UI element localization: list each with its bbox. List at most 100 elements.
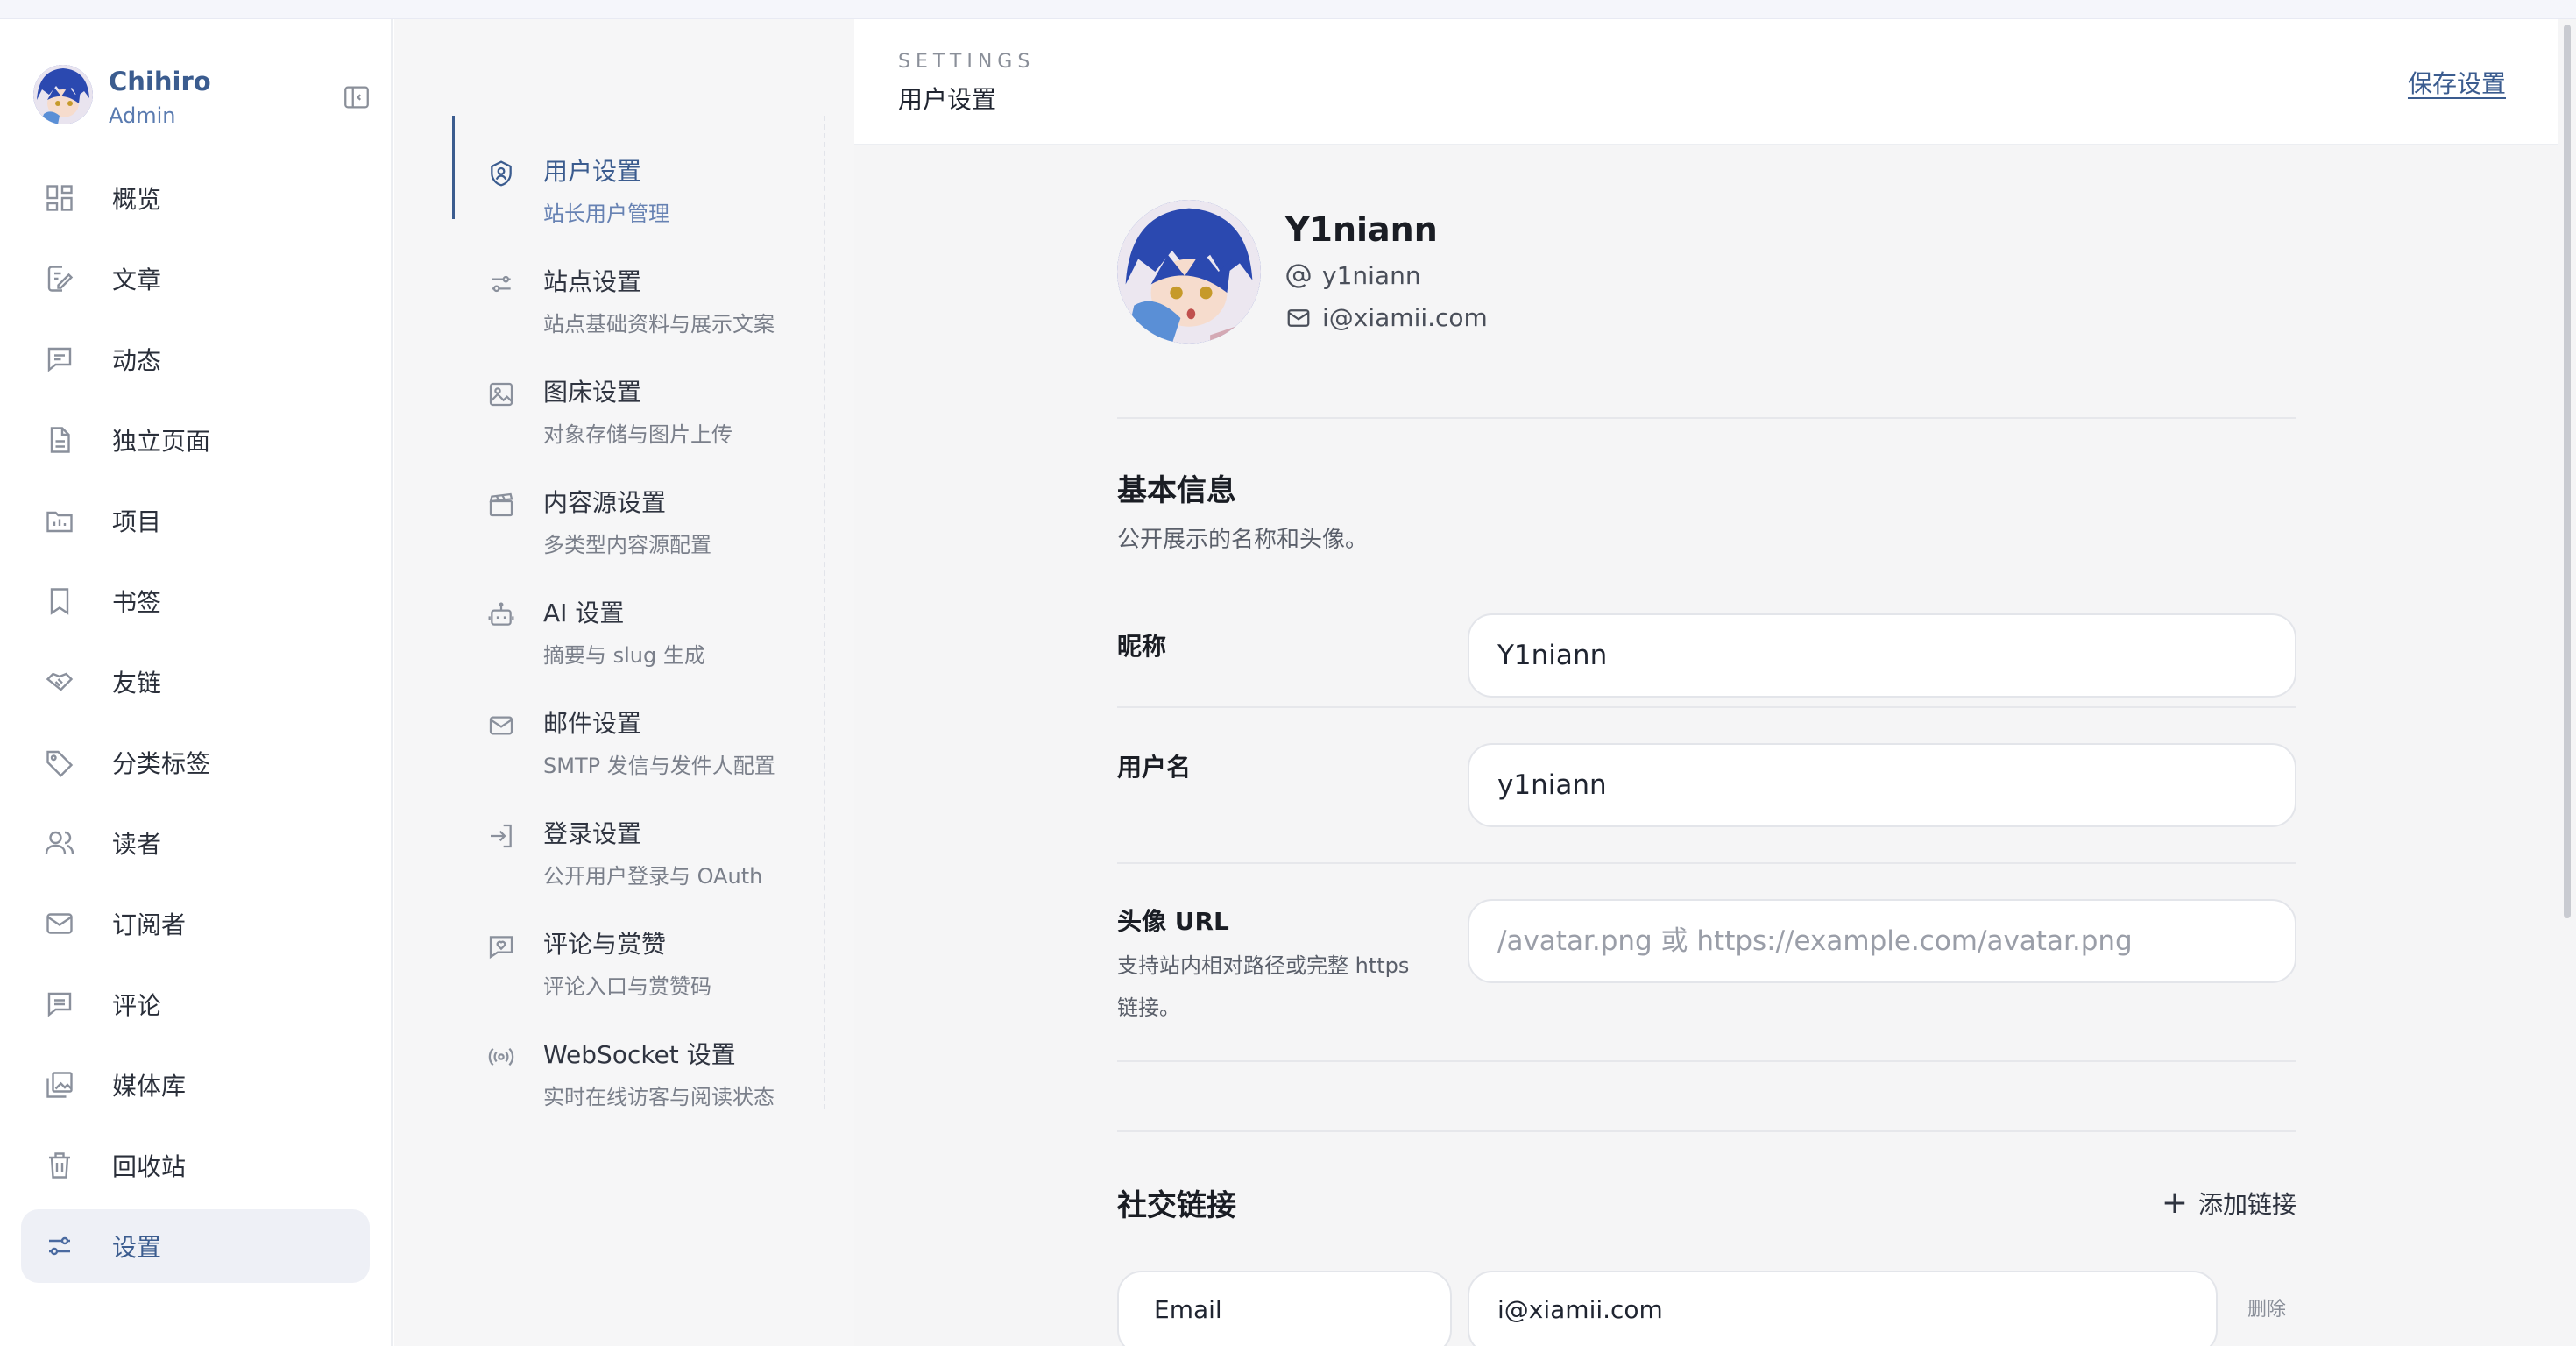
- subnav-item-title: 评论与赏赞: [543, 930, 667, 959]
- profile-email: i@xiamii.com: [1285, 303, 1488, 332]
- sidebar-item-friends[interactable]: 友链: [21, 645, 370, 719]
- subnav-item-desc: 公开用户登录与 OAuth: [543, 864, 763, 889]
- edit-icon: [44, 263, 75, 294]
- settings-subnav-panel: 用户设置 站长用户管理 站点设置 站点基础资料与展示文案 图床设置 对象存储与图…: [394, 19, 854, 1346]
- subnav-item-title: 内容源设置: [543, 488, 667, 517]
- save-settings-button[interactable]: 保存设置: [2408, 65, 2506, 100]
- social-links-header: 社交链接 + 添加链接: [1117, 1130, 2296, 1271]
- subnav-item-title: 站点设置: [543, 267, 642, 296]
- settings-main: SETTINGS 用户设置 保存设置 Y1niann y1niann i@xia…: [854, 19, 2576, 1346]
- sidebar-item-readers[interactable]: 读者: [21, 806, 370, 880]
- login-icon: [487, 822, 515, 850]
- subnav-item-comments-reward[interactable]: 评论与赏赞 评论入口与赏赞码: [452, 889, 824, 999]
- nickname-input[interactable]: [1468, 613, 2296, 698]
- sidebar-item-label: 评论: [112, 991, 162, 1020]
- sidebar-user-name: Chihiro: [109, 67, 211, 96]
- subnav-item-ai[interactable]: AI 设置 摘要与 slug 生成: [452, 557, 824, 668]
- page-title: 用户设置: [898, 85, 997, 114]
- sidebar-item-overview[interactable]: 概览: [21, 161, 370, 235]
- subnav-item-title: 图床设置: [543, 378, 642, 407]
- sidebar-item-label: 友链: [112, 669, 162, 698]
- sidebar-item-moments[interactable]: 动态: [21, 322, 370, 396]
- section-desc-basic: 公开展示的名称和头像。: [1117, 527, 1369, 553]
- header-eyebrow: SETTINGS: [898, 51, 1036, 73]
- trash-icon: [44, 1150, 75, 1181]
- subnav-item-image-host[interactable]: 图床设置 对象存储与图片上传: [452, 336, 824, 447]
- sidebar: Chihiro Admin 概览 文章 动态 独立页面 项目 书签 友链 分类标…: [0, 19, 393, 1346]
- sidebar-profile[interactable]: Chihiro Admin: [33, 65, 375, 144]
- sidebar-item-label: 项目: [112, 507, 162, 536]
- profile-email-text: i@xiamii.com: [1322, 303, 1488, 332]
- section-title-social: 社交链接: [1117, 1188, 1236, 1223]
- sidebar-item-label: 订阅者: [112, 910, 187, 939]
- delete-link-button[interactable]: 删除: [2247, 1293, 2286, 1321]
- avatar[interactable]: [1117, 200, 1261, 344]
- subnav-item-title: AI 设置: [543, 599, 625, 627]
- users-icon: [44, 827, 75, 859]
- social-value-input[interactable]: i@xiamii.com: [1468, 1271, 2218, 1346]
- profile-name: Y1niann: [1285, 210, 1438, 249]
- subnav-item-user[interactable]: 用户设置 站长用户管理: [452, 116, 824, 226]
- subnav-item-content-source[interactable]: 内容源设置 多类型内容源配置: [452, 447, 824, 557]
- sidebar-item-label: 读者: [112, 830, 162, 859]
- subnav-item-desc: 摘要与 slug 生成: [543, 643, 705, 668]
- subnav-item-login[interactable]: 登录设置 公开用户登录与 OAuth: [452, 778, 824, 889]
- gallery-icon: [44, 1069, 75, 1101]
- heart-message-icon: [487, 932, 515, 960]
- bookmark-icon: [44, 585, 75, 617]
- sidebar-item-label: 独立页面: [112, 427, 211, 456]
- subnav-item-desc: 对象存储与图片上传: [543, 422, 732, 447]
- comment-icon: [44, 988, 75, 1020]
- username-label: 用户名: [1117, 753, 1192, 782]
- add-link-button[interactable]: + 添加链接: [2162, 1185, 2296, 1221]
- sidebar-item-categories[interactable]: 分类标签: [21, 726, 370, 799]
- sidebar-user-role: Admin: [109, 103, 176, 128]
- sidebar-item-settings[interactable]: 设置: [21, 1209, 370, 1283]
- sidebar-item-trash[interactable]: 回收站: [21, 1129, 370, 1202]
- user-shield-icon: [487, 159, 515, 188]
- sidebar-item-bookmarks[interactable]: 书签: [21, 564, 370, 638]
- folder-icon: [44, 505, 75, 536]
- plus-icon: +: [2161, 1185, 2188, 1221]
- avatar-url-label: 头像 URL: [1117, 907, 1229, 936]
- field-avatar-url: 头像 URL 支持站内相对路径或完整 https 链接。: [1117, 864, 2296, 1062]
- sidebar-item-subscribers[interactable]: 订阅者: [21, 887, 370, 960]
- avatar-url-hint: 支持站内相对路径或完整 https 链接。: [1117, 953, 1410, 1020]
- social-type-select[interactable]: Email: [1117, 1271, 1452, 1346]
- clapperboard-icon: [487, 491, 515, 519]
- collapse-sidebar-icon[interactable]: [342, 82, 372, 112]
- nickname-label: 昵称: [1117, 632, 1167, 661]
- sidebar-item-media[interactable]: 媒体库: [21, 1048, 370, 1122]
- avatar: [33, 65, 93, 124]
- field-nickname: 昵称: [1117, 554, 2296, 708]
- subnav-item-site[interactable]: 站点设置 站点基础资料与展示文案: [452, 226, 824, 336]
- sidebar-item-posts[interactable]: 文章: [21, 242, 370, 315]
- subnav-item-desc: SMTP 发信与发件人配置: [543, 754, 775, 778]
- social-link-row: Email i@xiamii.com 删除: [1117, 1271, 2296, 1346]
- scrollbar-thumb[interactable]: [2564, 25, 2571, 918]
- subnav-item-title: 用户设置: [543, 157, 642, 186]
- subnav-item-desc: 评论入口与赏赞码: [543, 974, 711, 999]
- subnav-item-title: WebSocket 设置: [543, 1040, 736, 1069]
- sidebar-item-pages[interactable]: 独立页面: [21, 403, 370, 477]
- sidebar-item-label: 回收站: [112, 1152, 187, 1181]
- subnav-item-mail[interactable]: 邮件设置 SMTP 发信与发件人配置: [452, 668, 824, 778]
- tag-icon: [44, 747, 75, 778]
- subnav-item-desc: 实时在线访客与阅读状态: [543, 1085, 775, 1109]
- profile-handle: y1niann: [1285, 261, 1421, 290]
- main-scrollbar[interactable]: [2561, 19, 2573, 1346]
- grid-icon: [44, 182, 75, 214]
- avatar-url-input[interactable]: [1468, 899, 2296, 983]
- mail-icon: [1285, 305, 1312, 331]
- subnav-item-title: 登录设置: [543, 819, 642, 848]
- subnav-item-websocket[interactable]: WebSocket 设置 实时在线访客与阅读状态: [452, 999, 824, 1109]
- sidebar-nav: 概览 文章 动态 独立页面 项目 书签 友链 分类标签 读者 订阅者 评论 媒体…: [21, 161, 370, 1290]
- sidebar-item-projects[interactable]: 项目: [21, 484, 370, 557]
- top-strip: [0, 0, 2576, 19]
- field-username: 用户名: [1117, 708, 2296, 864]
- sidebar-item-label: 分类标签: [112, 749, 211, 778]
- username-input[interactable]: [1468, 743, 2296, 827]
- sidebar-item-comments[interactable]: 评论: [21, 967, 370, 1041]
- subnav-item-desc: 站长用户管理: [543, 202, 669, 226]
- message-icon: [44, 344, 75, 375]
